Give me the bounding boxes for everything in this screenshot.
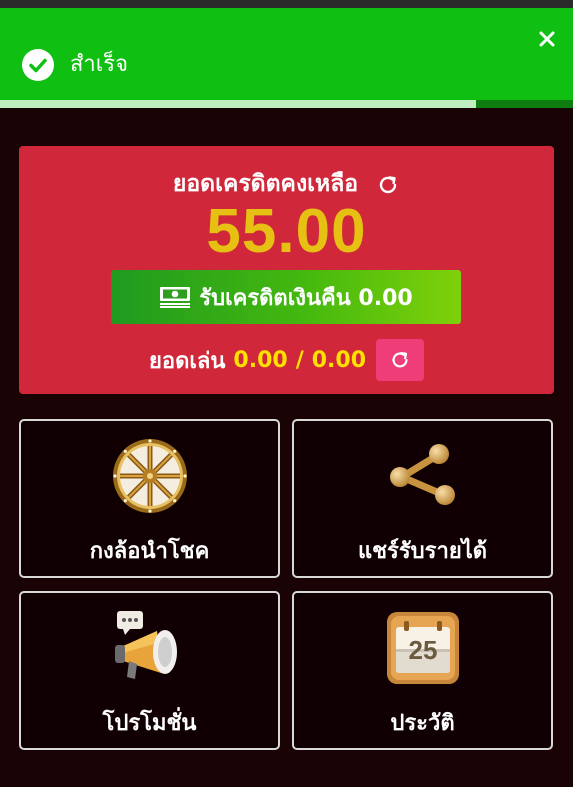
money-icon <box>159 286 191 308</box>
fortune-wheel-icon <box>111 437 189 515</box>
success-toast: สำเร็จ <box>0 8 573 108</box>
tile-label: แชร์รับรายได้ <box>357 539 488 564</box>
turnover-row: ยอดเล่น 0.00 / 0.00 <box>19 338 554 382</box>
close-icon[interactable] <box>536 28 558 50</box>
balance-amount: 55.00 <box>206 197 367 266</box>
cashback-button[interactable]: รับเครดิตเงินคืน 0.00 <box>111 270 461 324</box>
turnover-target: 0.00 <box>311 347 367 373</box>
credit-card: ยอดเครดิตคงเหลือ 55.00 รับเครดิตเงินคืน … <box>19 146 554 394</box>
status-strip <box>0 0 573 8</box>
toast-message: สำเร็จ <box>70 52 129 77</box>
tile-label: กงล้อนำโชค <box>89 539 210 564</box>
share-icon <box>384 437 462 515</box>
menu-tile-share[interactable]: แชร์รับรายได้ <box>292 419 553 578</box>
turnover-current: 0.00 <box>233 347 288 373</box>
cashback-label: รับเครดิตเงินคืน 0.00 <box>199 285 413 311</box>
menu-tile-fortune-wheel[interactable]: กงล้อนำโชค <box>19 419 280 578</box>
menu-tile-history[interactable]: 25 ประวัติ <box>292 591 553 750</box>
turnover-label: ยอดเล่น <box>148 348 226 374</box>
megaphone-icon <box>111 609 189 687</box>
check-circle-icon <box>22 49 54 81</box>
turnover-separator: / <box>295 347 304 373</box>
tile-label: ประวัติ <box>390 711 455 736</box>
toast-progress-fill <box>0 100 476 108</box>
menu-tile-promotion[interactable]: โปรโมชั่น <box>19 591 280 750</box>
toast-progress-track <box>0 100 573 108</box>
refresh-icon <box>392 352 408 368</box>
calendar-icon: 25 <box>384 609 462 687</box>
balance-label: ยอดเครดิตคงเหลือ <box>172 171 359 197</box>
refresh-balance-icon[interactable] <box>376 173 400 197</box>
calendar-day: 25 <box>408 635 437 665</box>
refresh-turnover-button[interactable] <box>376 339 425 381</box>
tile-label: โปรโมชั่น <box>102 711 197 736</box>
